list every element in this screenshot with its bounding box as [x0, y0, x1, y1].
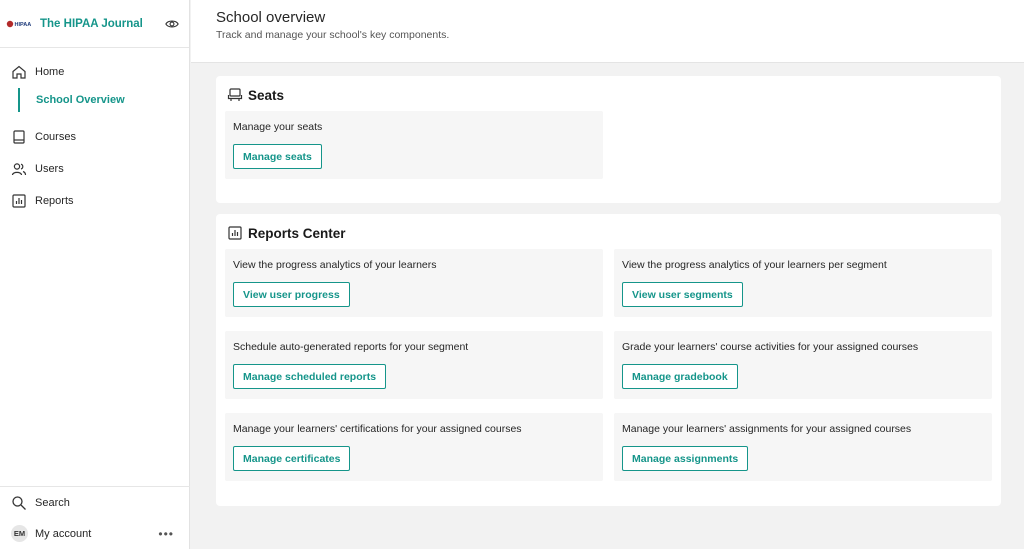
- users-icon: [11, 163, 27, 176]
- report-tile-certificates: Manage your learners' certifications for…: [225, 413, 603, 481]
- manage-gradebook-button[interactable]: Manage gradebook: [622, 364, 738, 389]
- main-content: School overview Track and manage your sc…: [191, 0, 1024, 549]
- search-icon: [12, 495, 26, 510]
- eye-icon[interactable]: [165, 17, 179, 31]
- view-user-progress-button[interactable]: View user progress: [233, 282, 350, 307]
- seats-card: Seats Manage your seats Manage seats: [216, 76, 1001, 203]
- manage-assignments-button[interactable]: Manage assignments: [622, 446, 749, 471]
- reports-center-card: Reports Center View the progress analyti…: [216, 214, 1001, 506]
- view-user-segments-button[interactable]: View user segments: [622, 282, 743, 307]
- sidebar-item-home[interactable]: Home: [0, 56, 189, 88]
- tile-description: Manage your learners' assignments for yo…: [622, 423, 912, 435]
- tile-description: Manage your learners' certifications for…: [233, 423, 522, 435]
- search-label: Search: [35, 496, 70, 509]
- reports-center-title-text: Reports Center: [248, 225, 346, 241]
- tile-description: View the progress analytics of your lear…: [233, 259, 437, 271]
- sidebar-nav: Home School Overview Courses Users Repor…: [0, 48, 189, 217]
- report-tile-user-progress: View the progress analytics of your lear…: [225, 249, 603, 317]
- tile-description: Grade your learners' course activities f…: [622, 341, 919, 353]
- manage-seats-button[interactable]: Manage seats: [233, 144, 322, 169]
- home-icon: [12, 65, 26, 79]
- brand-header: HIPAA The HIPAA Journal: [0, 0, 189, 48]
- tile-description: Manage your seats: [233, 121, 323, 133]
- account-label: My account: [35, 527, 92, 540]
- tile-description: View the progress analytics of your lear…: [622, 259, 887, 271]
- sidebar-item-label: Reports: [35, 195, 74, 207]
- page-header: School overview Track and manage your sc…: [191, 0, 1024, 63]
- seats-title-text: Seats: [248, 87, 285, 103]
- sidebar-item-reports[interactable]: Reports: [0, 185, 189, 217]
- sidebar-bottom: Search EM My account •••: [0, 486, 190, 549]
- sidebar-item-label: Courses: [35, 131, 76, 143]
- seats-tile: Manage your seats Manage seats: [225, 111, 603, 179]
- report-tile-scheduled-reports: Schedule auto-generated reports for your…: [225, 331, 603, 399]
- more-options-icon[interactable]: •••: [158, 527, 174, 541]
- report-tile-user-segments: View the progress analytics of your lear…: [614, 249, 992, 317]
- sidebar-item-courses[interactable]: Courses: [0, 121, 189, 153]
- report-tile-gradebook: Grade your learners' course activities f…: [614, 331, 992, 399]
- chart-icon: [12, 194, 26, 208]
- hipaa-logo[interactable]: HIPAA: [6, 17, 34, 31]
- sidebar: HIPAA The HIPAA Journal Home School Over…: [0, 0, 190, 549]
- seats-title: Seats: [227, 87, 284, 103]
- manage-scheduled-reports-button[interactable]: Manage scheduled reports: [233, 364, 387, 389]
- report-tile-assignments: Manage your learners' assignments for yo…: [614, 413, 992, 481]
- book-icon: [13, 130, 25, 144]
- svg-text:HIPAA: HIPAA: [15, 22, 32, 28]
- seat-icon: [227, 88, 243, 101]
- sidebar-search[interactable]: Search: [0, 487, 190, 518]
- page-subtitle: Track and manage your school's key compo…: [216, 29, 450, 41]
- reports-center-title: Reports Center: [227, 225, 346, 241]
- sidebar-item-label: Users: [35, 163, 64, 175]
- sidebar-item-label: Home: [35, 66, 65, 78]
- sidebar-item-users[interactable]: Users: [0, 153, 189, 185]
- avatar: EM: [11, 525, 28, 542]
- manage-certificates-button[interactable]: Manage certificates: [233, 446, 351, 471]
- page-title: School overview: [216, 9, 326, 26]
- chart-icon: [228, 226, 242, 240]
- sidebar-my-account[interactable]: EM My account •••: [0, 518, 190, 549]
- brand-name: The HIPAA Journal: [40, 17, 143, 30]
- sidebar-item-school-overview[interactable]: School Overview: [18, 88, 189, 112]
- tile-description: Schedule auto-generated reports for your…: [233, 341, 469, 353]
